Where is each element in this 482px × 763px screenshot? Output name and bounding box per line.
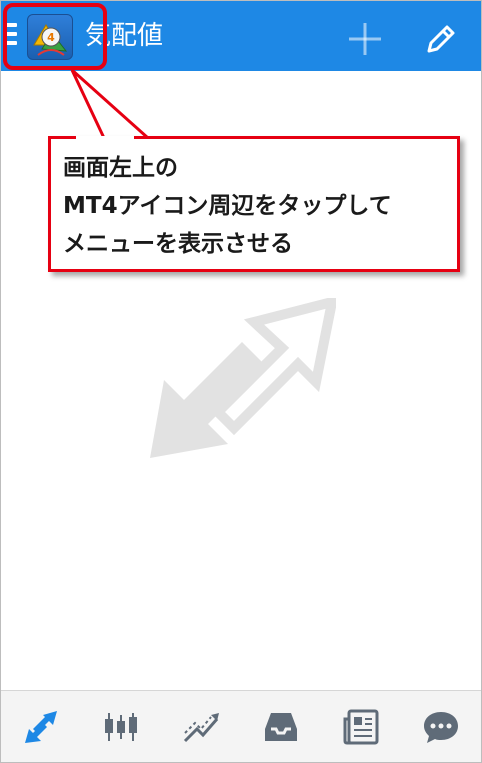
quotes-arrows-icon xyxy=(146,295,339,462)
callout-seam xyxy=(76,136,134,140)
callout-line-1: 画面左上の xyxy=(63,155,178,181)
instruction-callout: 画面左上の MT4アイコン周辺をタップして メニューを表示させる xyxy=(48,136,460,272)
nav-history[interactable] xyxy=(241,691,321,762)
nav-news[interactable] xyxy=(321,691,401,762)
nav-charts[interactable] xyxy=(81,691,161,762)
candlestick-chart-icon xyxy=(105,712,137,741)
callout-line-2: MT4アイコン周辺をタップして xyxy=(63,193,392,219)
news-icon xyxy=(343,709,379,744)
chat-icon xyxy=(424,711,458,743)
edit-list-button[interactable] xyxy=(419,17,463,61)
add-symbol-button[interactable] xyxy=(343,17,387,61)
history-inbox-icon xyxy=(265,712,297,741)
bottom-navigation xyxy=(1,690,481,762)
nav-chat[interactable] xyxy=(401,691,481,762)
quotes-icon xyxy=(25,710,57,743)
plus-icon xyxy=(349,23,381,55)
callout-line-3: メニューを表示させる xyxy=(63,231,293,257)
highlight-box xyxy=(3,3,107,70)
trade-icon xyxy=(183,712,219,742)
nav-quotes[interactable] xyxy=(1,691,81,762)
nav-trade[interactable] xyxy=(161,691,241,762)
pencil-icon xyxy=(427,25,455,53)
